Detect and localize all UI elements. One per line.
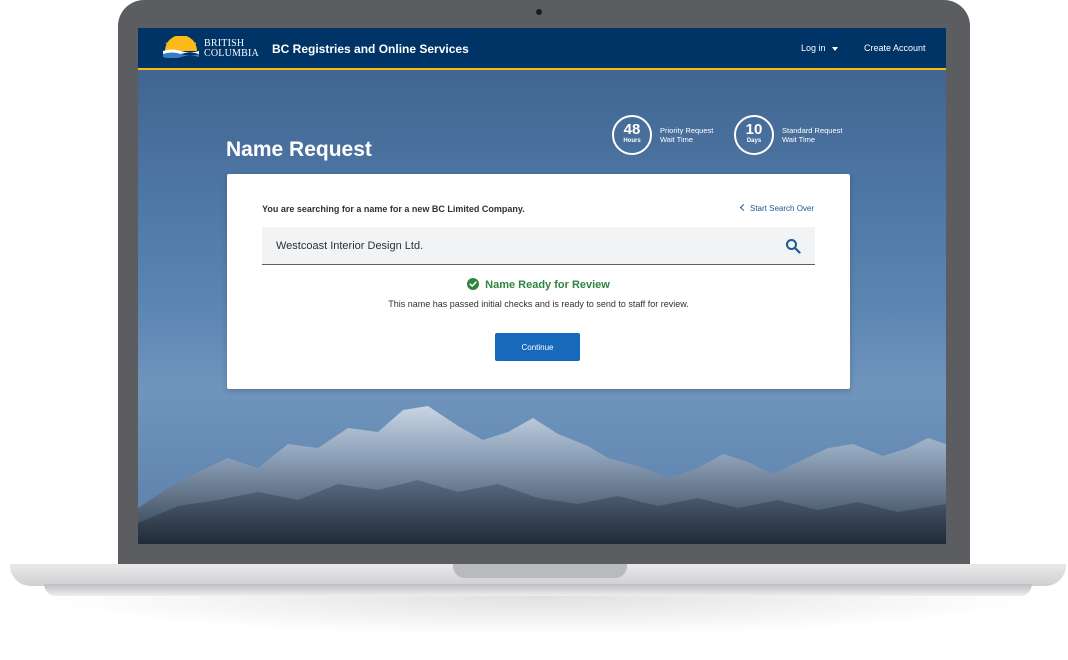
laptop-mockup: BRITISH COLUMBIA BC Registries and Onlin… (0, 0, 1068, 660)
continue-button[interactable]: Continue (495, 333, 580, 361)
start-search-over-link[interactable]: Start Search Over (739, 203, 815, 213)
standard-wait-unit: Days (746, 138, 762, 144)
status-title: Name Ready for Review (485, 279, 610, 291)
laptop-shadow (40, 596, 1040, 636)
laptop-base-bottom (44, 584, 1032, 596)
priority-wait-label: Priority Request Wait Time (660, 126, 713, 144)
login-dropdown[interactable]: Log in (801, 43, 838, 53)
standard-wait-number: 10 (745, 121, 763, 138)
standard-wait-badge: 10 Days (734, 115, 774, 155)
name-status: Name Ready for Review (227, 278, 850, 291)
browser-screen: BRITISH COLUMBIA BC Registries and Onlin… (138, 28, 946, 544)
standard-wait-label: Standard Request Wait Time (782, 126, 842, 144)
logo-line-2: COLUMBIA (204, 48, 259, 59)
bc-sun-logo-icon[interactable] (162, 36, 200, 58)
name-search-input[interactable]: Westcoast Interior Design Ltd. (262, 227, 815, 265)
create-account-link[interactable]: Create Account (864, 43, 926, 53)
login-label: Log in (801, 43, 826, 53)
priority-wait-unit: Hours (623, 138, 641, 144)
laptop-camera (536, 9, 542, 15)
app-title[interactable]: BC Registries and Online Services (272, 42, 469, 56)
priority-wait-number: 48 (623, 121, 641, 138)
priority-wait-label-line2: Wait Time (660, 135, 694, 144)
standard-wait-label-line2: Wait Time (782, 135, 816, 144)
site-header: BRITISH COLUMBIA BC Registries and Onlin… (138, 28, 946, 70)
priority-wait-badge: 48 Hours (612, 115, 652, 155)
check-circle-icon (467, 278, 480, 290)
caret-down-icon (831, 46, 838, 51)
page-title: Name Request (226, 138, 372, 161)
start-search-over-label: Start Search Over (750, 204, 815, 213)
laptop-notch (453, 564, 627, 578)
priority-wait-label-line1: Priority Request (660, 126, 714, 135)
chevron-left-icon (739, 203, 748, 212)
status-description: This name has passed initial checks and … (388, 299, 689, 309)
search-input-value: Westcoast Interior Design Ltd. (276, 240, 424, 252)
search-icon[interactable] (785, 238, 801, 254)
standard-wait-label-line1: Standard Request (782, 126, 843, 135)
name-search-card: You are searching for a name for a new B… (227, 174, 850, 389)
mountain-background (138, 406, 946, 544)
logo-wordmark: BRITISH COLUMBIA (204, 39, 259, 59)
search-heading: You are searching for a name for a new B… (262, 204, 525, 214)
